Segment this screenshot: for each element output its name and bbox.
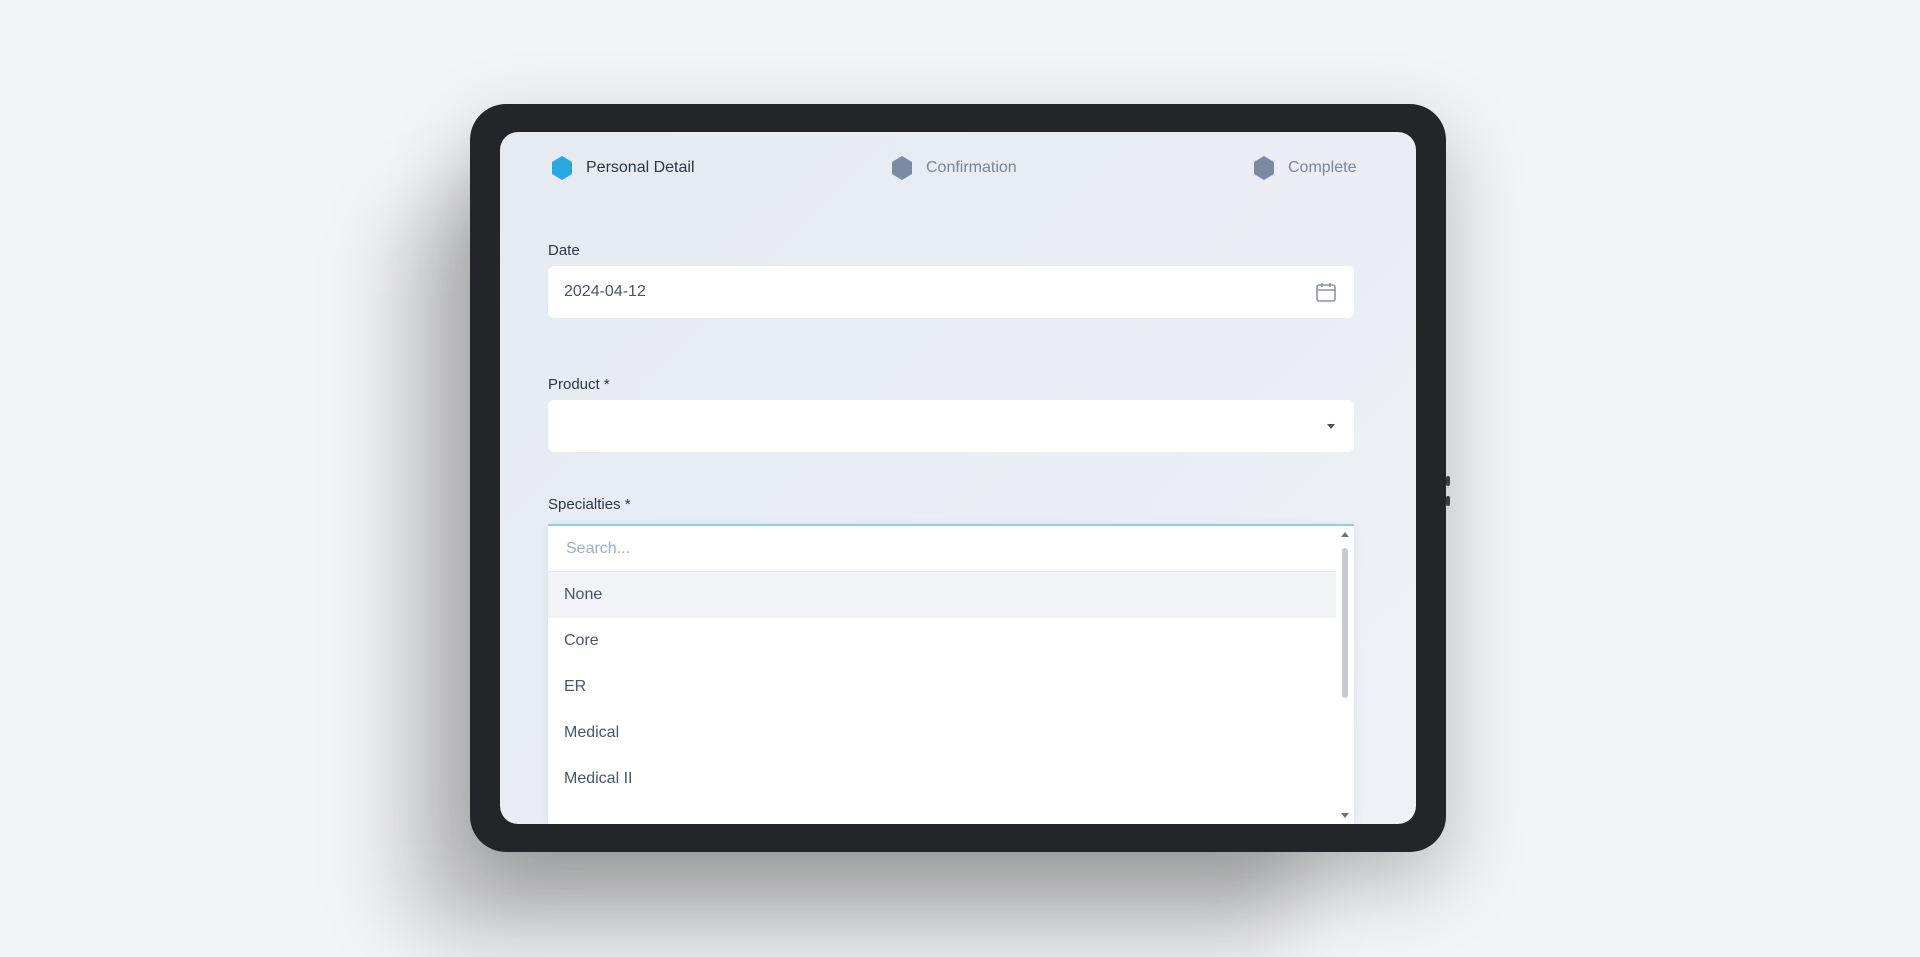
dropdown-option[interactable]: None <box>548 572 1336 618</box>
stage: Personal Detail Confirmation Complete Da… <box>0 0 1920 957</box>
step-personal-detail[interactable]: Personal Detail <box>548 154 695 182</box>
dropdown-option[interactable]: Core <box>548 618 1336 664</box>
scroll-up-icon[interactable] <box>1341 532 1349 537</box>
step-label: Personal Detail <box>586 159 695 176</box>
product-select[interactable] <box>548 400 1354 452</box>
hexagon-icon <box>552 156 572 180</box>
scroll-down-icon[interactable] <box>1341 813 1349 818</box>
tablet-side-button <box>1446 496 1450 506</box>
step-label: Confirmation <box>926 159 1017 176</box>
hexagon-icon <box>1254 156 1274 180</box>
step-complete[interactable]: Complete <box>1250 154 1356 182</box>
dropdown-search <box>548 526 1336 572</box>
date-field[interactable]: 2024-04-12 <box>548 266 1354 318</box>
date-value: 2024-04-12 <box>564 283 646 300</box>
tablet-side-button <box>1446 476 1450 486</box>
dropdown-scrollbar[interactable] <box>1338 526 1352 824</box>
calendar-icon[interactable] <box>1314 280 1338 304</box>
hexagon-icon <box>892 156 912 180</box>
chevron-down-icon[interactable] <box>1324 419 1338 433</box>
scroll-thumb[interactable] <box>1342 548 1348 698</box>
step-label: Complete <box>1288 159 1357 176</box>
step-confirmation[interactable]: Confirmation <box>888 154 1017 182</box>
tablet-screen: Personal Detail Confirmation Complete Da… <box>500 132 1416 824</box>
product-label: Product * <box>548 376 610 393</box>
date-label: Date <box>548 242 580 259</box>
tablet-device: Personal Detail Confirmation Complete Da… <box>470 104 1450 852</box>
specialties-search-input[interactable] <box>564 538 1320 559</box>
specialties-dropdown: None Core ER Medical Medical II <box>548 524 1354 824</box>
specialties-options: None Core ER Medical Medical II <box>548 572 1336 802</box>
stepper: Personal Detail Confirmation Complete <box>548 154 1360 188</box>
specialties-label: Specialties * <box>548 496 631 513</box>
dropdown-option[interactable]: Medical II <box>548 756 1336 802</box>
dropdown-option[interactable]: ER <box>548 664 1336 710</box>
dropdown-option[interactable]: Medical <box>548 710 1336 756</box>
